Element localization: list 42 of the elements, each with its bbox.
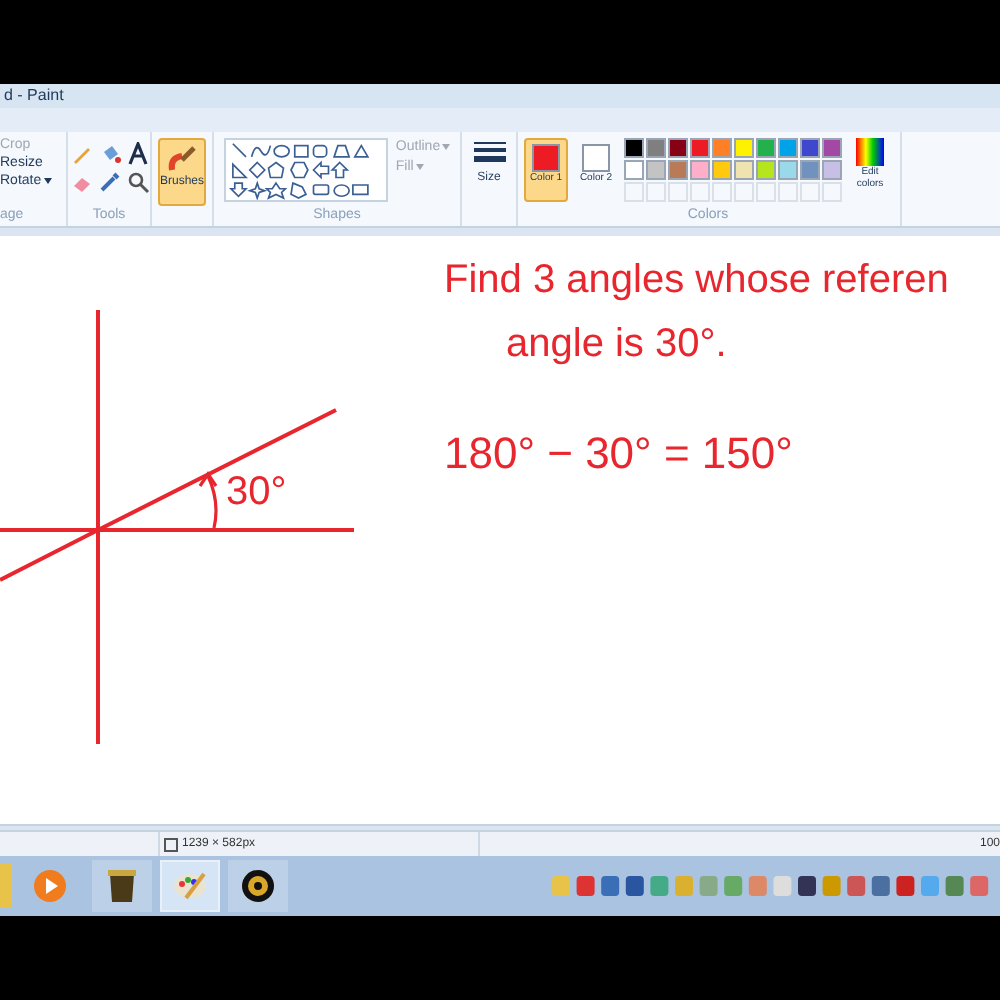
caret-icon <box>415 164 424 170</box>
paint-palette-icon[interactable] <box>172 870 208 902</box>
app-icon[interactable] <box>106 868 138 904</box>
brush-icon <box>166 144 198 176</box>
color-swatch[interactable] <box>646 160 666 180</box>
angle-label: 30° <box>226 472 287 512</box>
window-title: d - Paint <box>4 88 64 104</box>
color-swatch[interactable] <box>712 160 732 180</box>
color-swatch[interactable] <box>756 138 776 158</box>
color-swatch[interactable] <box>712 138 732 158</box>
color-spectrum-icon <box>856 138 884 166</box>
play-icon[interactable] <box>34 870 66 902</box>
color-swatch[interactable] <box>668 160 688 180</box>
color-swatch[interactable] <box>778 138 798 158</box>
color-swatch[interactable] <box>690 138 710 158</box>
handwritten-note: Find 3 angles whose referen <box>444 260 949 300</box>
color-swatch[interactable] <box>756 160 776 180</box>
color-swatch[interactable] <box>734 160 754 180</box>
text-tool-icon[interactable] <box>125 142 149 166</box>
color-swatch[interactable] <box>624 160 644 180</box>
handwritten-note: angle is 30°. <box>506 324 727 364</box>
color-swatch[interactable] <box>734 138 754 158</box>
canvas-size-icon <box>164 837 178 851</box>
color-swatch[interactable] <box>822 160 842 180</box>
disc-icon[interactable] <box>242 870 274 902</box>
shapes-gallery[interactable] <box>223 138 388 202</box>
handwritten-note: 180° − 30° = 150° <box>444 432 793 476</box>
magnifier-icon[interactable] <box>125 170 149 194</box>
color-swatch[interactable] <box>624 138 644 158</box>
color-swatch[interactable] <box>668 138 688 158</box>
pencil-icon[interactable] <box>69 142 93 166</box>
color-swatch[interactable] <box>822 138 842 158</box>
color-swatch[interactable] <box>646 138 666 158</box>
line-width-icon <box>473 140 505 168</box>
color-swatch[interactable] <box>778 160 798 180</box>
color-picker-icon[interactable] <box>97 170 121 194</box>
color-swatch[interactable] <box>800 138 820 158</box>
caret-icon <box>442 144 451 150</box>
color-swatch[interactable] <box>800 160 820 180</box>
drawing-canvas[interactable]: 30° Find 3 angles whose referen angle is 30°. 180° − 30° = 150° <box>0 236 1000 824</box>
angle-arrow <box>198 471 218 529</box>
color-swatch[interactable] <box>690 160 710 180</box>
